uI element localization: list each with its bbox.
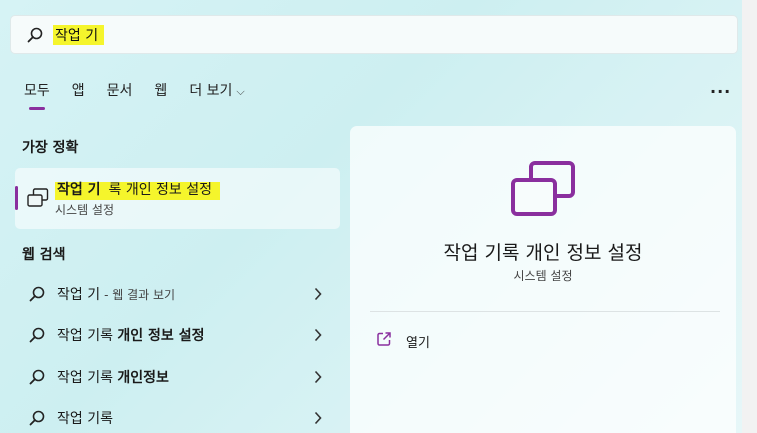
web-result-label: 작업 기- 웹 결과 보기 bbox=[57, 284, 175, 304]
filter-tabs: 모두 앱 문서 웹 더 보기 ⌵ bbox=[24, 79, 267, 110]
search-icon bbox=[29, 410, 47, 426]
search-box[interactable]: 작업 기 bbox=[10, 15, 738, 54]
window-edge bbox=[742, 0, 757, 433]
open-external-icon bbox=[376, 331, 392, 351]
tab-more-label: 더 보기 bbox=[189, 83, 233, 99]
web-result-text: 작업 기록 bbox=[57, 370, 118, 386]
search-icon bbox=[29, 327, 47, 343]
web-result-label: 작업 기록 개인 정보 설정 bbox=[57, 325, 204, 345]
detail-panel: 작업 기록 개인 정보 설정 시스템 설정 열기 bbox=[350, 126, 736, 433]
detail-subtitle: 시스템 설정 bbox=[513, 269, 573, 283]
best-match-title: 작업 기록 개인 정보 설정 bbox=[55, 179, 221, 200]
activity-history-icon bbox=[27, 188, 49, 212]
more-options-button[interactable]: ... bbox=[710, 78, 731, 97]
web-result-text: 작업 기록 bbox=[57, 328, 118, 344]
tab-web[interactable]: 웹 bbox=[154, 80, 167, 100]
web-result-label: 작업 기록 bbox=[57, 411, 113, 427]
web-result-label: 작업 기록 개인정보 bbox=[57, 367, 169, 387]
chevron-right-icon bbox=[314, 369, 322, 388]
web-result-item[interactable]: 작업 기록 개인 정보 설정 bbox=[15, 317, 340, 353]
search-icon bbox=[29, 369, 47, 385]
chevron-right-icon bbox=[314, 410, 322, 429]
search-input[interactable]: 작업 기 bbox=[53, 24, 105, 45]
best-match-title-rest: 록 개인 정보 설정 bbox=[108, 182, 221, 200]
best-match-result[interactable]: 작업 기록 개인 정보 설정 시스템 설정 bbox=[15, 168, 340, 229]
tab-more[interactable]: 더 보기 ⌵ bbox=[189, 80, 244, 100]
open-button[interactable]: 열기 bbox=[376, 331, 430, 351]
web-result-bold-text: 개인정보 bbox=[117, 370, 169, 386]
chevron-right-icon bbox=[314, 286, 322, 305]
web-result-item[interactable]: 작업 기록 개인정보 bbox=[15, 359, 340, 395]
chevron-down-icon: ⌵ bbox=[236, 85, 245, 98]
search-icon bbox=[29, 286, 47, 302]
tab-apps[interactable]: 앱 bbox=[72, 80, 85, 100]
web-result-item[interactable]: 작업 기- 웹 결과 보기 bbox=[15, 276, 340, 312]
web-result-item[interactable]: 작업 기록 bbox=[15, 400, 340, 433]
web-search-heading: 웹 검색 bbox=[22, 247, 66, 263]
activity-history-icon bbox=[510, 160, 576, 222]
tab-all[interactable]: 모두 bbox=[24, 80, 50, 110]
best-match-title-highlight: 작업 기 bbox=[55, 182, 109, 200]
search-icon bbox=[27, 26, 45, 44]
web-result-bold-text: 개인 정보 설정 bbox=[117, 328, 205, 344]
web-result-suffix: - 웹 결과 보기 bbox=[104, 288, 176, 302]
chevron-right-icon bbox=[314, 327, 322, 346]
best-match-subtitle: 시스템 설정 bbox=[55, 203, 115, 217]
tab-documents[interactable]: 문서 bbox=[107, 80, 133, 100]
detail-title: 작업 기록 개인 정보 설정 bbox=[443, 242, 643, 264]
divider bbox=[370, 311, 720, 312]
best-match-heading: 가장 정확 bbox=[22, 140, 79, 156]
web-result-text: 작업 기 bbox=[57, 287, 101, 303]
open-button-label: 열기 bbox=[406, 335, 430, 351]
selection-indicator bbox=[15, 186, 18, 210]
